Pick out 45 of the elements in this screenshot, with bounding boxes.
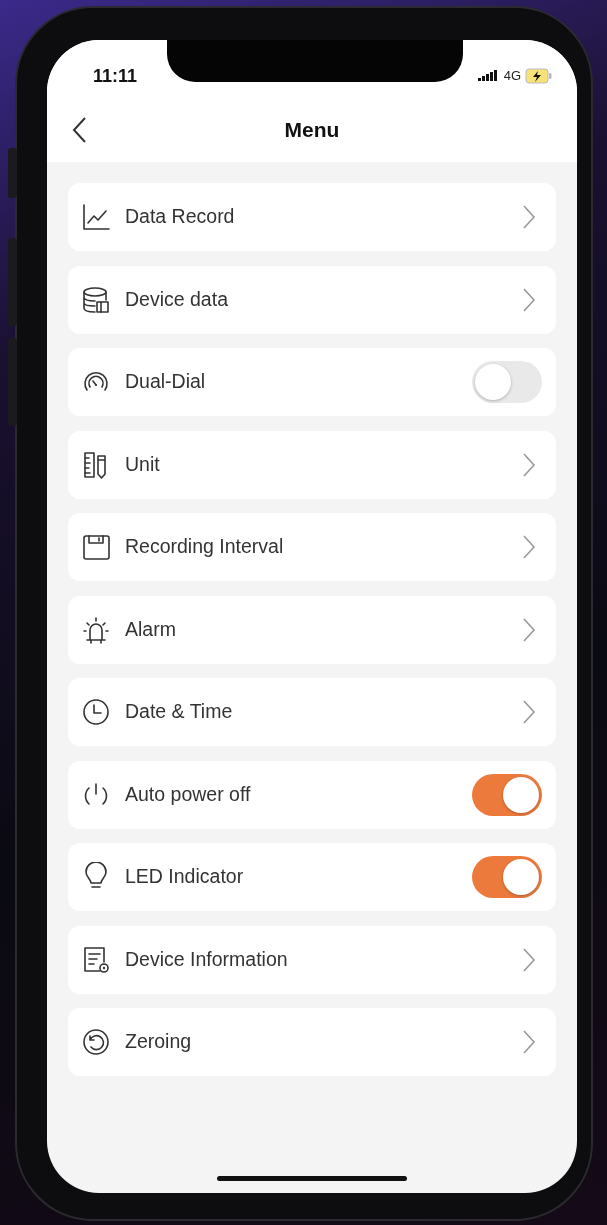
siren-icon xyxy=(81,614,111,645)
clock-icon xyxy=(81,697,111,727)
menu-item[interactable]: Unit xyxy=(68,430,556,499)
item-label: Device data xyxy=(125,286,229,312)
item-label: Dual-Dial xyxy=(125,369,207,395)
back-button[interactable] xyxy=(71,116,87,144)
battery-charging-icon xyxy=(525,68,553,84)
reset-icon xyxy=(81,1027,111,1057)
item-label: Alarm xyxy=(125,616,177,642)
menu-item[interactable]: Device Information xyxy=(68,925,556,994)
chevron-icon xyxy=(522,616,536,643)
item-label: Device Information xyxy=(125,946,289,972)
menu-item[interactable]: Alarm xyxy=(68,595,556,664)
item-label: Data Record xyxy=(125,204,236,230)
toggle-switch[interactable] xyxy=(472,361,542,403)
setting-row[interactable]: Auto power off xyxy=(68,760,556,829)
status-time: 11:11 xyxy=(93,64,138,88)
chevron-icon xyxy=(522,534,536,560)
item-label: Unit xyxy=(125,451,161,477)
chevron-icon xyxy=(522,946,536,973)
menu-item[interactable]: Device data xyxy=(68,265,556,334)
document-gear-icon xyxy=(81,944,111,975)
page-title: Menu xyxy=(284,117,340,144)
chevron-icon xyxy=(522,286,536,313)
database-icon xyxy=(81,284,111,315)
menu-item[interactable]: Data Record xyxy=(68,183,556,251)
menu-item[interactable]: Zeroing xyxy=(68,1008,556,1076)
setting-row[interactable]: LED Indicator xyxy=(68,843,556,911)
item-label: Recording Interval xyxy=(125,534,285,560)
menu-item[interactable]: Date & Time xyxy=(68,678,556,746)
chevron-icon xyxy=(522,1029,536,1055)
chevron-icon xyxy=(522,451,536,478)
chevron-icon xyxy=(522,204,536,230)
menu-item[interactable]: Recording Interval xyxy=(68,513,556,581)
toggle-switch[interactable] xyxy=(472,773,542,816)
network-label: 4G xyxy=(503,67,521,86)
setting-row[interactable]: Dual-Dial xyxy=(68,348,556,416)
item-label: Date & Time xyxy=(125,699,234,725)
chevron-icon xyxy=(522,699,536,725)
signal-icon xyxy=(477,70,500,82)
item-label: Auto power off xyxy=(125,781,252,807)
line-chart-icon xyxy=(81,202,111,232)
item-label: LED Indicator xyxy=(125,864,245,890)
item-label: Zeroing xyxy=(125,1029,193,1055)
toggle-switch[interactable] xyxy=(472,856,542,898)
